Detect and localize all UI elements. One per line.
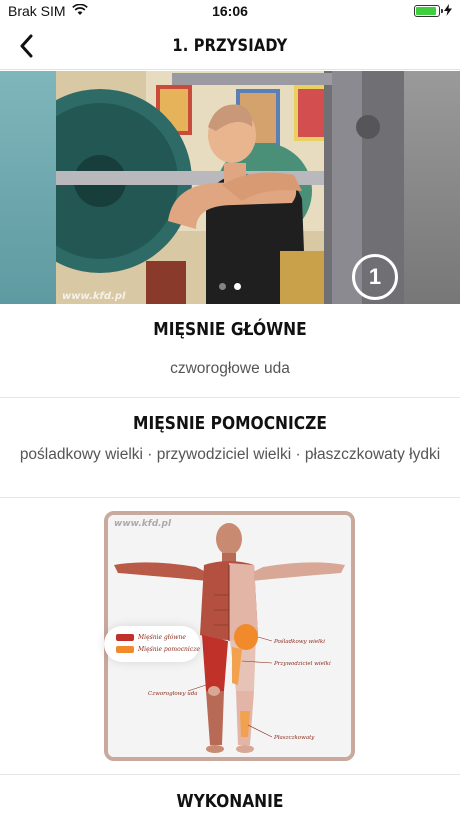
execution-heading: WYKONANIE — [176, 791, 284, 812]
back-button[interactable] — [6, 26, 46, 66]
muscle-legend: Mięśnie główne Mięśnie pomocnicze — [104, 626, 200, 662]
carousel-dot[interactable] — [219, 283, 226, 290]
status-left: Brak SIM — [8, 3, 88, 19]
status-bar: Brak SIM 16:06 — [0, 0, 460, 22]
navigation-bar: 1. PRZYSIADY — [0, 22, 460, 70]
divider — [0, 397, 460, 398]
wifi-icon — [71, 3, 88, 19]
helper-muscles-list: pośladkowy wielki · przywodziciel wielki… — [0, 444, 460, 465]
callout-quadriceps: Czworogłowy uda — [148, 691, 198, 697]
battery-icon — [414, 5, 443, 17]
helper-muscles-heading: MIĘSNIE POMOCNICZE — [133, 413, 327, 434]
legend-item-helper: Mięśnie pomocnicze — [116, 646, 200, 653]
carousel-next-slide[interactable] — [404, 71, 460, 304]
page-title: 1. PRZYSIADY — [172, 35, 288, 56]
status-right — [414, 3, 452, 19]
divider — [0, 774, 460, 775]
helper-muscles-section: MIĘSNIE POMOCNICZE — [0, 413, 460, 434]
carousel-previous-slide[interactable] — [0, 71, 56, 304]
charging-icon — [444, 3, 452, 19]
legend-item-main: Mięśnie główne — [116, 634, 186, 641]
step-number-badge: 1 — [352, 254, 398, 300]
exercise-photo: www.kfd.pl — [56, 71, 404, 304]
main-muscles-text: czworogłowe uda — [170, 360, 290, 377]
legend-swatch-main — [116, 634, 134, 641]
callout-soleus: Płaszczkowaty — [274, 735, 315, 741]
chevron-left-icon — [20, 34, 33, 58]
divider — [0, 497, 460, 498]
helper-muscles-text: pośladkowy wielki · przywodziciel wielki… — [19, 446, 441, 463]
diagram-watermark: www.kfd.pl — [114, 519, 172, 529]
execution-section: WYKONANIE — [0, 791, 460, 812]
main-muscles-heading: MIĘSNIE GŁÓWNE — [153, 319, 307, 340]
legend-label-main: Mięśnie główne — [138, 634, 186, 641]
battery-level — [416, 7, 436, 15]
carrier-label: Brak SIM — [8, 3, 66, 19]
main-muscles-section: MIĘSNIE GŁÓWNE — [0, 319, 460, 340]
legend-label-helper: Mięśnie pomocnicze — [138, 646, 200, 653]
carousel-dot[interactable] — [234, 283, 241, 290]
main-muscles-list: czworogłowe uda — [0, 358, 460, 379]
callout-gluteus: Pośladkowy wielki — [274, 639, 325, 645]
exercise-image-carousel[interactable]: www.kfd.pl 1 — [0, 71, 460, 304]
photo-watermark: www.kfd.pl — [62, 291, 126, 302]
legend-swatch-helper — [116, 646, 134, 653]
callout-adductor: Przywodziciel wielki — [274, 661, 331, 667]
